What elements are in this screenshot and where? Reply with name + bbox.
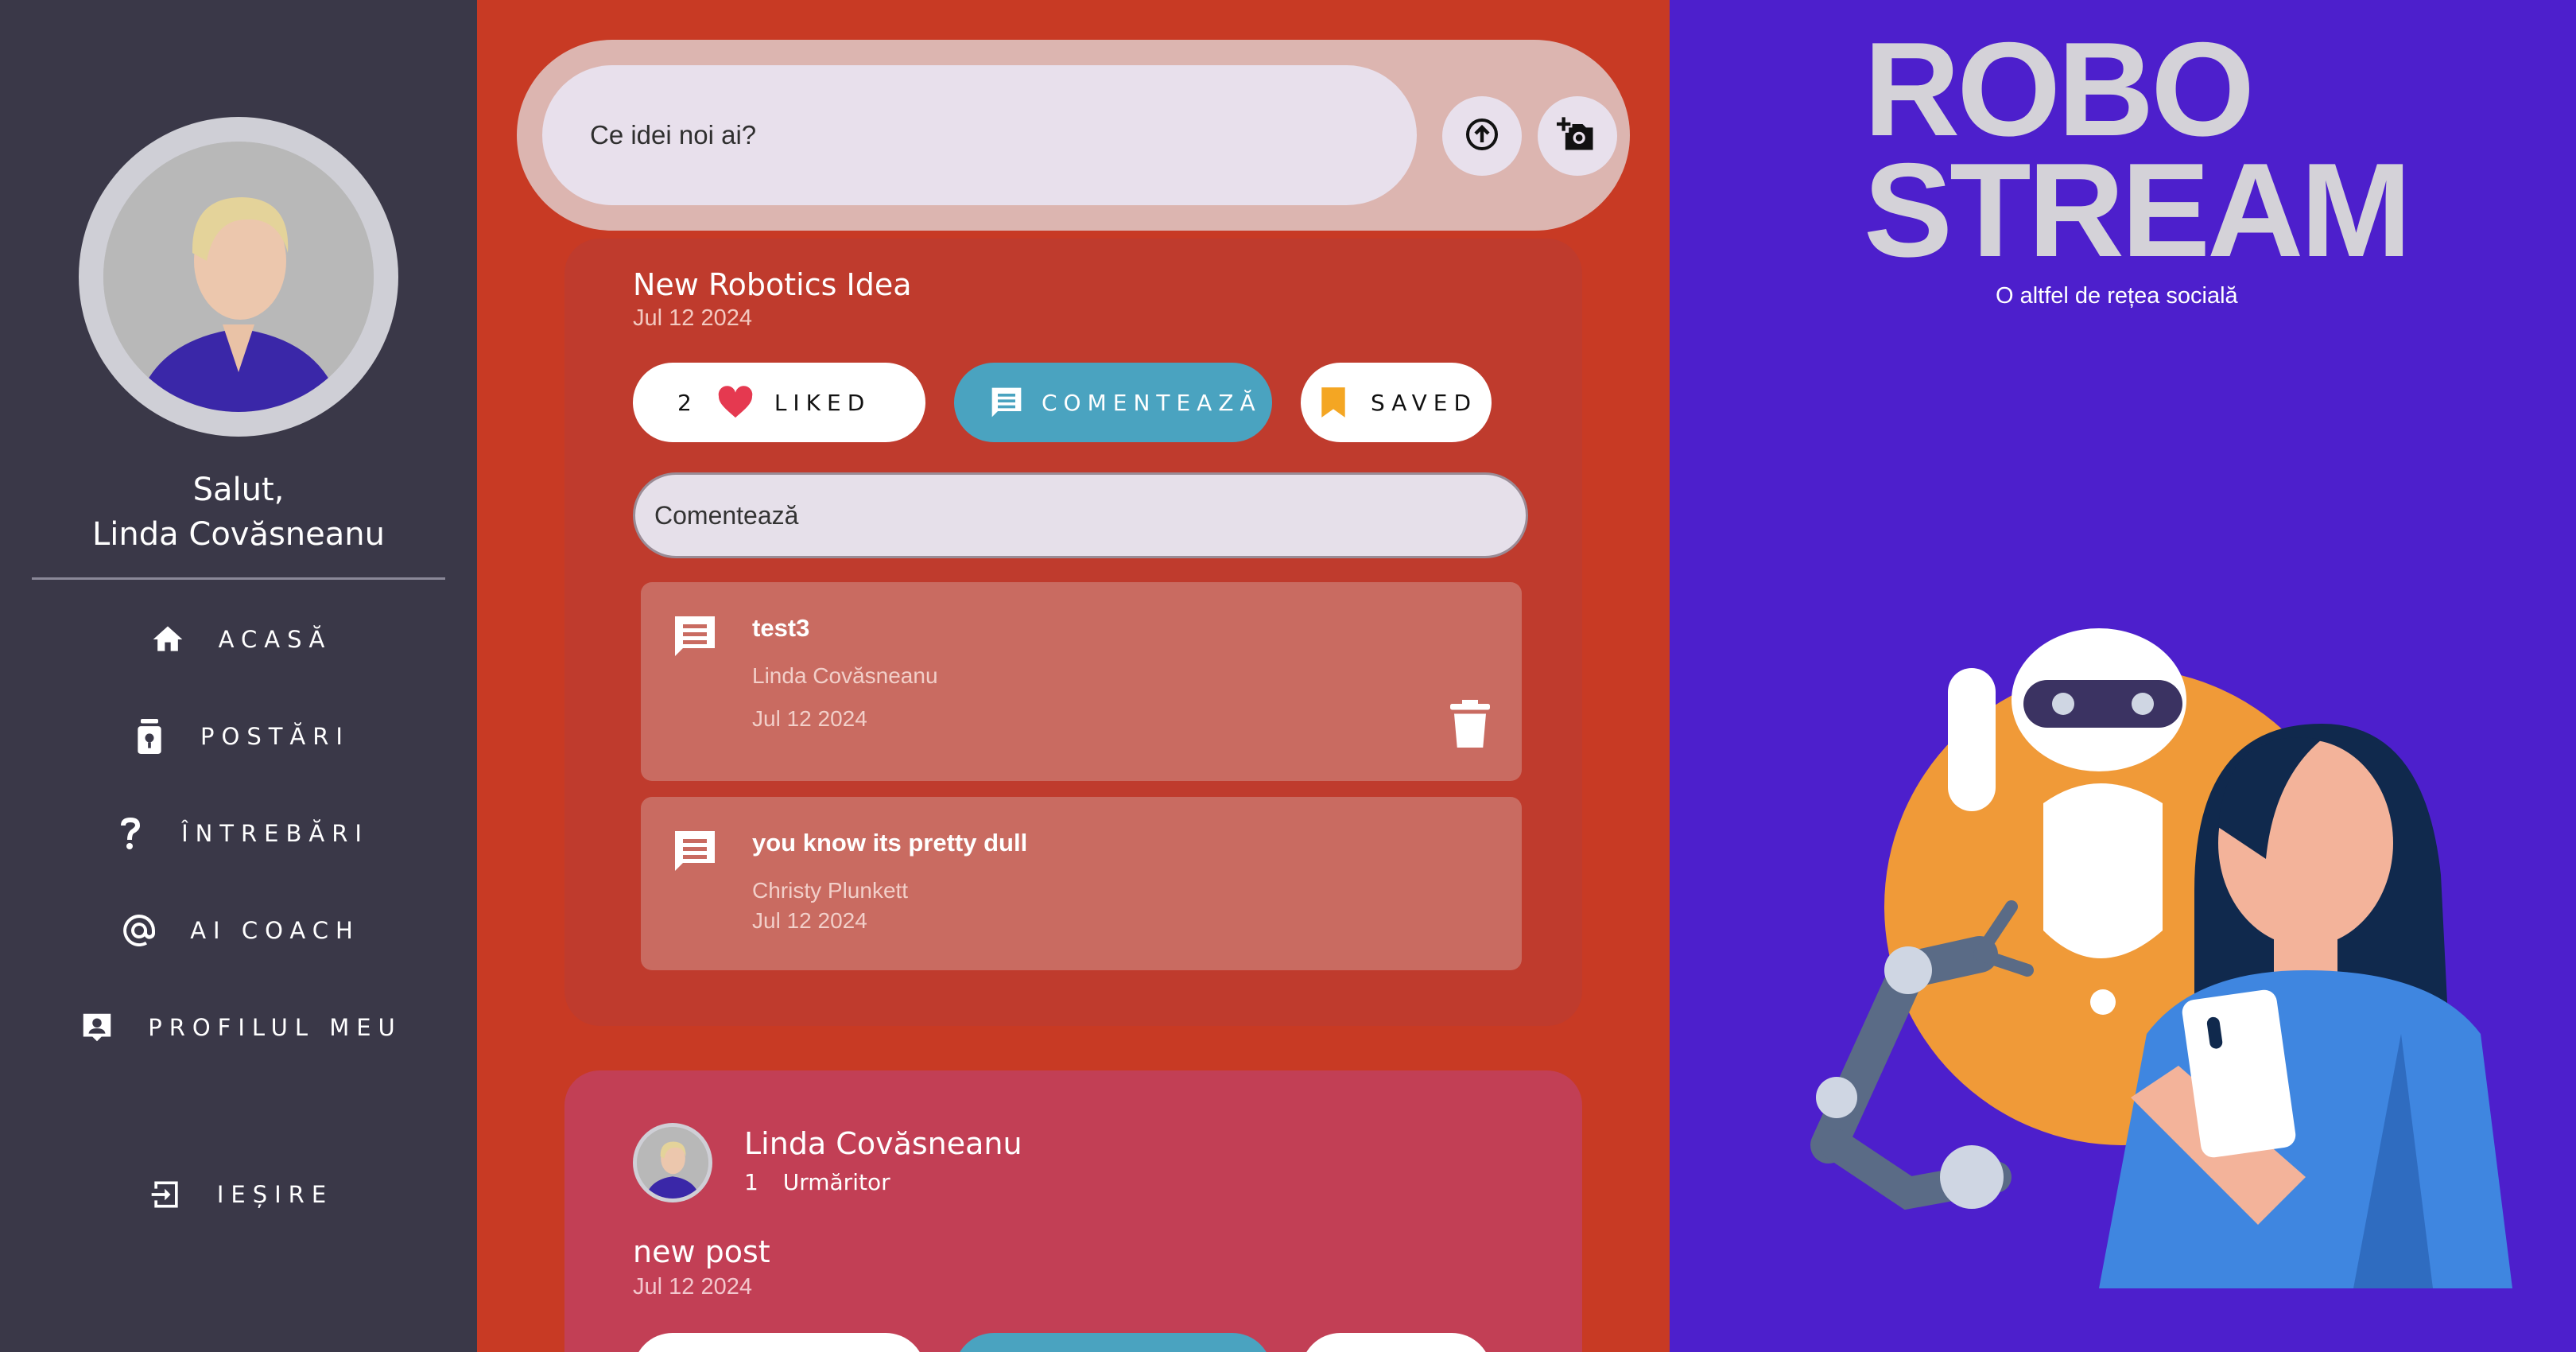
comment-author: Linda Covăsneanu (752, 663, 938, 688)
comment-item: test3 Linda Covăsneanu Jul 12 2024 (641, 582, 1522, 781)
greeting: Salut, Linda Covăsneanu (0, 468, 477, 557)
comment-button[interactable]: COMENTEAZĂ (954, 363, 1272, 442)
saved-button[interactable]: SAVED (1301, 363, 1492, 442)
post-date: Jul 12 2024 (633, 305, 752, 331)
brand-logo: ROBO STREAM (1864, 14, 2411, 285)
nav-label-acasa: ACASĂ (218, 626, 332, 653)
bookmark-icon (1320, 386, 1347, 419)
brand-title-line2: STREAM (1864, 135, 2411, 285)
followers-count: 1 (744, 1169, 758, 1195)
profile-icon (75, 1005, 119, 1050)
nav-item-acasa[interactable]: ACASĂ (0, 608, 477, 671)
post-author-name[interactable]: Linda Covăsneanu (744, 1126, 1022, 1161)
delete-comment-icon[interactable] (1450, 700, 1490, 748)
like-count: 2 (677, 389, 698, 416)
comment-text: you know its pretty dull (752, 829, 1028, 857)
saved-button[interactable] (1301, 1333, 1492, 1352)
post-composer (517, 40, 1630, 231)
brand-panel: ROBO STREAM O altfel de rețea socială (1670, 0, 2576, 1352)
posts-icon (127, 714, 172, 759)
comment-item: you know its pretty dull Christy Plunket… (641, 797, 1522, 970)
like-label: LIKED (774, 389, 871, 416)
author-avatar[interactable] (633, 1123, 712, 1202)
question-icon (108, 811, 153, 856)
add-photo-button[interactable] (1538, 96, 1617, 176)
comment-text: test3 (752, 614, 810, 642)
like-button[interactable] (633, 1333, 925, 1352)
nav-label-iesire: IEȘIRE (216, 1181, 334, 1208)
nav-label-ai-coach: AI COACH (190, 917, 360, 944)
comment-input[interactable] (633, 472, 1528, 558)
comment-button[interactable] (954, 1333, 1272, 1352)
feed: New Robotics Idea Jul 12 2024 2 LIKED CO… (477, 0, 1670, 1352)
nav-label-profilul-meu: PROFILUL MEU (148, 1014, 402, 1041)
logout-icon (144, 1172, 188, 1217)
followers-label: Urmăritor (782, 1169, 890, 1195)
author-photo (637, 1127, 708, 1199)
nav-item-profilul-meu[interactable]: PROFILUL MEU (0, 996, 477, 1059)
comment-label: COMENTEAZĂ (1042, 389, 1262, 416)
comment-icon (671, 827, 719, 875)
upload-icon (1463, 115, 1501, 157)
home-icon (145, 617, 190, 662)
comment-icon (671, 612, 719, 660)
nav-label-intrebari: ÎNTREBĂRI (181, 820, 369, 847)
logout-button[interactable]: IEȘIRE (0, 1163, 477, 1226)
nav-item-intrebari[interactable]: ÎNTREBĂRI (0, 802, 477, 865)
greeting-salut: Salut, (192, 472, 285, 508)
comment-icon (989, 385, 1024, 420)
saved-label: SAVED (1371, 389, 1478, 416)
at-icon (117, 908, 161, 953)
sidebar-divider (32, 577, 445, 580)
post-title: new post (633, 1234, 770, 1269)
upload-button[interactable] (1442, 96, 1522, 176)
nav-label-postari: POSTĂRI (200, 723, 350, 750)
followers: 1 Urmăritor (744, 1169, 890, 1195)
new-post-input[interactable] (542, 65, 1417, 205)
avatar[interactable] (103, 142, 374, 412)
post-card: New Robotics Idea Jul 12 2024 2 LIKED CO… (564, 239, 1582, 1026)
user-photo (103, 142, 374, 412)
like-button[interactable]: 2 LIKED (633, 363, 925, 442)
post-date: Jul 12 2024 (633, 1274, 752, 1300)
post-card: Linda Covăsneanu 1 Urmăritor new post Ju… (564, 1070, 1582, 1352)
add-photo-icon (1557, 114, 1598, 158)
comment-date: Jul 12 2024 (752, 706, 867, 731)
nav-item-postari[interactable]: POSTĂRI (0, 705, 477, 768)
brand-subtitle: O altfel de rețea socială (1996, 283, 2238, 309)
sidebar: Salut, Linda Covăsneanu ACASĂ POSTĂRI ÎN… (0, 0, 477, 1352)
robot-illustration (1810, 628, 2512, 1288)
post-title: New Robotics Idea (633, 267, 912, 302)
comment-author: Christy Plunkett (752, 878, 909, 903)
brand-title-line1: ROBO (1864, 14, 2255, 164)
nav-item-ai-coach[interactable]: AI COACH (0, 899, 477, 962)
comment-date: Jul 12 2024 (752, 908, 867, 933)
heart-icon (717, 386, 754, 419)
greeting-user-name: Linda Covăsneanu (92, 516, 385, 553)
